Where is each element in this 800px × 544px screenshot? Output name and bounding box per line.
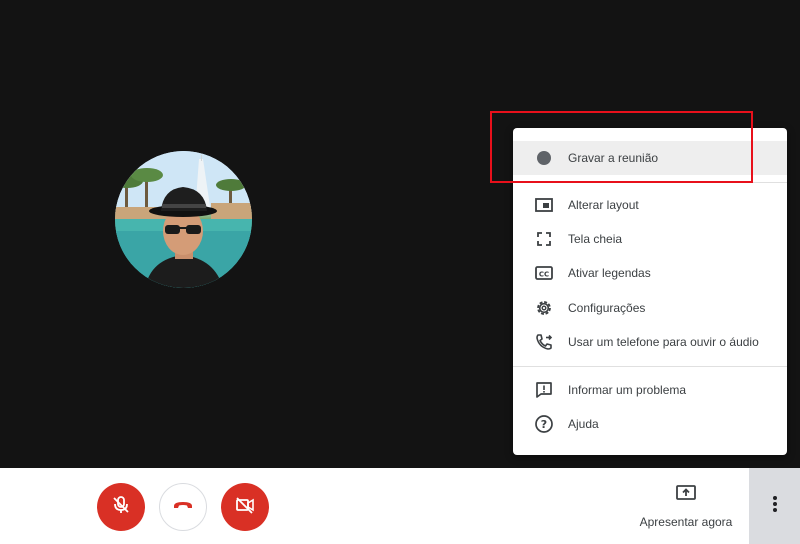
menu-item-label: Tela cheia [568, 232, 623, 246]
help-icon: ? [534, 414, 554, 434]
mic-toggle-button[interactable] [97, 483, 145, 531]
menu-item-report-problem[interactable]: Informar um problema [513, 373, 787, 407]
menu-item-label: Informar um problema [568, 383, 687, 397]
fullscreen-icon [534, 229, 554, 249]
closed-captions-icon: CC [534, 263, 554, 283]
feedback-icon [534, 380, 554, 400]
menu-item-fullscreen[interactable]: Tela cheia [513, 222, 787, 256]
more-options-button[interactable] [749, 468, 800, 544]
menu-item-change-layout[interactable]: Alterar layout [513, 188, 787, 222]
menu-divider [513, 182, 787, 183]
menu-item-label: Alterar layout [568, 198, 639, 212]
present-now-label: Apresentar agora [639, 515, 733, 529]
phone-forward-icon [534, 332, 554, 352]
camera-off-icon [234, 494, 256, 521]
menu-item-label: Usar um telefone para ouvir o áudio [568, 335, 759, 349]
camera-toggle-button[interactable] [221, 483, 269, 531]
participant-avatar [115, 151, 252, 288]
layout-icon [534, 195, 554, 215]
menu-item-label: Ativar legendas [568, 266, 651, 280]
menu-item-label: Ajuda [568, 417, 599, 431]
present-screen-icon [675, 482, 697, 509]
menu-item-phone-audio[interactable]: Usar um telefone para ouvir o áudio [513, 325, 787, 359]
options-menu: Gravar a reunião Alterar layout Tela che… [513, 128, 787, 455]
menu-item-label: Gravar a reunião [568, 151, 659, 165]
gear-icon [534, 298, 554, 318]
menu-divider [513, 366, 787, 367]
more-vert-icon [772, 495, 778, 518]
menu-item-label: Configurações [568, 301, 646, 315]
menu-item-help[interactable]: ? Ajuda [513, 407, 787, 441]
present-now-button[interactable]: Apresentar agora [632, 482, 740, 532]
mic-off-icon [110, 494, 132, 521]
svg-text:?: ? [541, 418, 547, 431]
svg-text:CC: CC [539, 271, 549, 279]
record-dot-icon [534, 148, 554, 168]
menu-item-record[interactable]: Gravar a reunião [513, 141, 787, 175]
menu-item-captions[interactable]: CC Ativar legendas [513, 256, 787, 290]
hangup-button[interactable] [159, 483, 207, 531]
hangup-icon [171, 493, 195, 522]
menu-item-settings[interactable]: Configurações [513, 291, 787, 325]
participant-photo [115, 151, 252, 288]
